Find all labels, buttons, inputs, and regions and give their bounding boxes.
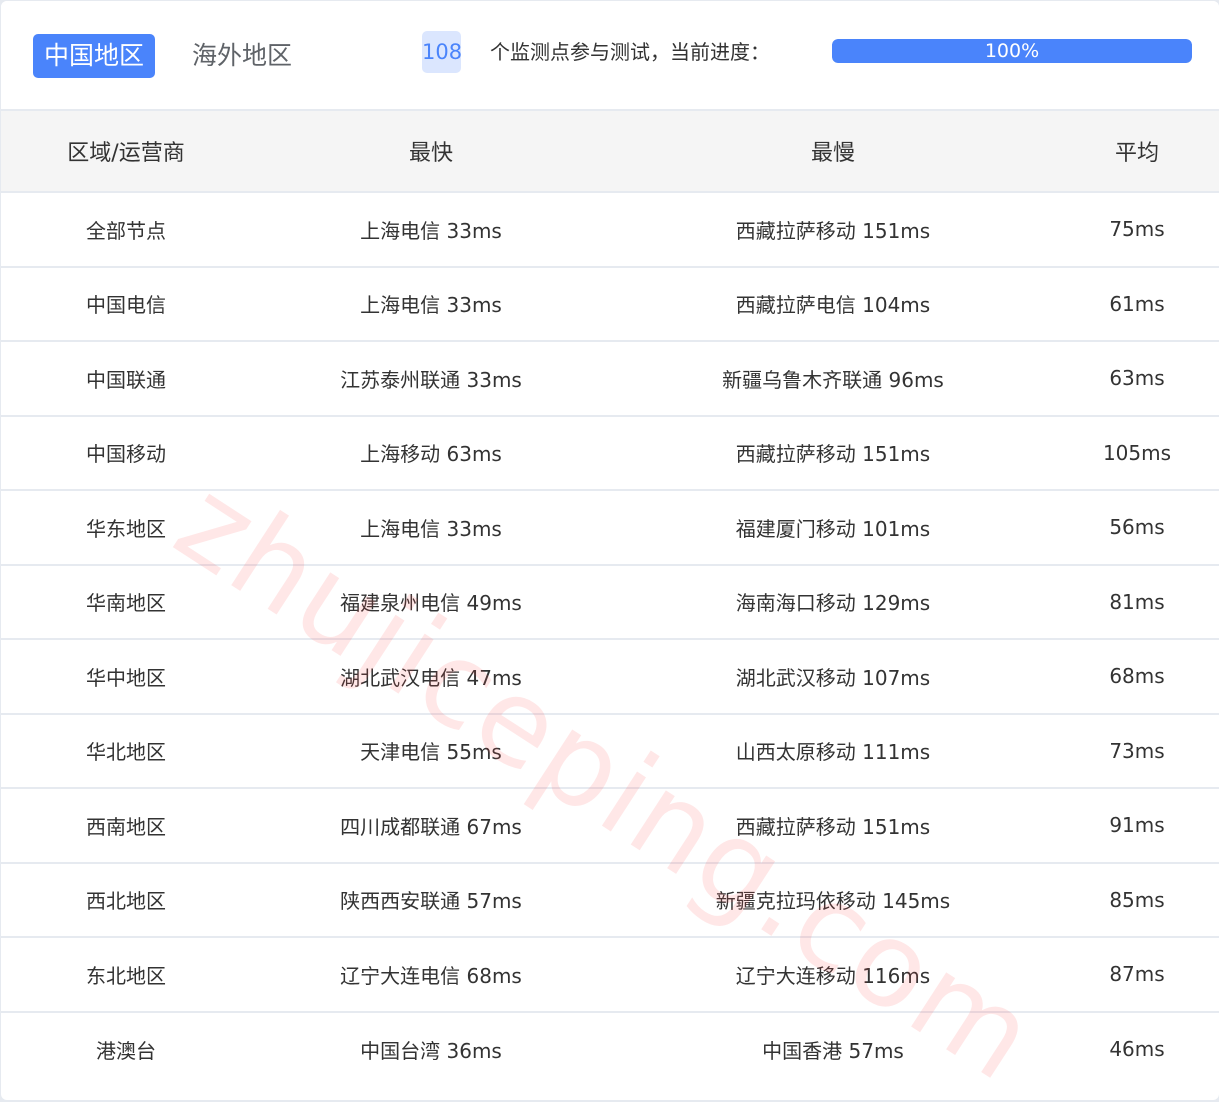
header-average: 平均 — [1055, 111, 1219, 193]
tab-overseas[interactable]: 海外地区 — [181, 34, 303, 78]
cell-average: 81ms — [1055, 564, 1219, 640]
table-row: 西北地区 陕西西安联通 57ms 新疆克拉玛依移动 145ms 85ms — [1, 862, 1219, 938]
cell-region: 中国移动 — [1, 415, 251, 491]
cell-average: 63ms — [1055, 341, 1219, 417]
table-row: 中国电信 上海电信 33ms 西藏拉萨电信 104ms 61ms — [1, 266, 1219, 342]
cell-region: 中国电信 — [1, 266, 251, 342]
table-row: 港澳台 中国台湾 36ms 中国香港 57ms 46ms — [1, 1012, 1219, 1087]
cell-slowest: 湖北武汉移动 107ms — [611, 639, 1055, 715]
cell-region: 港澳台 — [96, 1038, 156, 1063]
cell-slowest: 西藏拉萨电信 104ms — [611, 266, 1055, 342]
table-row: 华中地区 湖北武汉电信 47ms 湖北武汉移动 107ms 68ms — [1, 639, 1219, 715]
cell-slowest: 辽宁大连移动 116ms — [611, 937, 1055, 1013]
table-row: 全部节点 上海电信 33ms 西藏拉萨移动 151ms 75ms — [1, 192, 1219, 268]
speed-test-card: 中国地区 海外地区 108 个监测点参与测试，当前进度： 100% 区域/运营商… — [1, 1, 1219, 1100]
cell-average: 85ms — [1055, 862, 1219, 938]
cell-average: 46ms — [1109, 1037, 1165, 1062]
tab-china[interactable]: 中国地区 — [33, 34, 156, 78]
cell-average: 56ms — [1055, 490, 1219, 566]
table-row: 中国联通 江苏泰州联通 33ms 新疆乌鲁木齐联通 96ms 63ms — [1, 341, 1219, 417]
cell-slowest: 山西太原移动 111ms — [611, 713, 1055, 789]
header-fastest: 最快 — [251, 111, 611, 193]
progress-description: 个监测点参与测试，当前进度： — [490, 40, 770, 64]
cell-slowest: 西藏拉萨移动 151ms — [611, 788, 1055, 864]
cell-fastest: 四川成都联通 67ms — [251, 788, 611, 864]
cell-average: 105ms — [1055, 415, 1219, 491]
cell-slowest: 西藏拉萨移动 151ms — [611, 192, 1055, 268]
cell-region: 全部节点 — [1, 192, 251, 268]
table-row: 华南地区 福建泉州电信 49ms 海南海口移动 129ms 81ms — [1, 564, 1219, 640]
cell-region: 西南地区 — [1, 788, 251, 864]
cell-region: 中国联通 — [1, 341, 251, 417]
cell-fastest: 天津电信 55ms — [251, 713, 611, 789]
cell-region: 华中地区 — [1, 639, 251, 715]
cell-slowest: 海南海口移动 129ms — [611, 564, 1055, 640]
table-row: 西南地区 四川成都联通 67ms 西藏拉萨移动 151ms 91ms — [1, 788, 1219, 864]
cell-fastest: 福建泉州电信 49ms — [251, 564, 611, 640]
cell-slowest: 新疆乌鲁木齐联通 96ms — [611, 341, 1055, 417]
cell-slowest: 西藏拉萨移动 151ms — [611, 415, 1055, 491]
cell-fastest: 陕西西安联通 57ms — [251, 862, 611, 938]
cell-region: 东北地区 — [1, 937, 251, 1013]
cell-fastest: 辽宁大连电信 68ms — [251, 937, 611, 1013]
cell-fastest: 江苏泰州联通 33ms — [251, 341, 611, 417]
table-row: 东北地区 辽宁大连电信 68ms 辽宁大连移动 116ms 87ms — [1, 937, 1219, 1013]
progress-fill: 100% — [832, 39, 1192, 63]
table-row: 华北地区 天津电信 55ms 山西太原移动 111ms 73ms — [1, 713, 1219, 789]
cell-average: 75ms — [1055, 192, 1219, 268]
table-row: 中国移动 上海移动 63ms 西藏拉萨移动 151ms 105ms — [1, 415, 1219, 491]
cell-fastest: 上海移动 63ms — [251, 415, 611, 491]
progress-bar: 100% — [832, 39, 1192, 63]
table-header-row: 区域/运营商 最快 最慢 平均 — [1, 111, 1219, 193]
cell-fastest: 上海电信 33ms — [251, 490, 611, 566]
table-body: 全部节点 上海电信 33ms 西藏拉萨移动 151ms 75ms 中国电信 上海电信 33… — [1, 192, 1219, 1086]
cell-region: 西北地区 — [1, 862, 251, 938]
cell-region: 华南地区 — [1, 564, 251, 640]
monitor-count-badge: 108 — [422, 31, 462, 73]
cell-fastest: 中国台湾 36ms — [360, 1038, 502, 1063]
cell-region: 华东地区 — [1, 490, 251, 566]
cell-average: 61ms — [1055, 266, 1219, 342]
table-row: 华东地区 上海电信 33ms 福建厦门移动 101ms 56ms — [1, 490, 1219, 566]
header-region: 区域/运营商 — [1, 111, 251, 193]
cell-slowest: 中国香港 57ms — [762, 1038, 904, 1063]
results-table: 区域/运营商 最快 最慢 平均 全部节点 上海电信 33ms 西藏拉萨移动 151m… — [1, 111, 1219, 1086]
cell-region: 华北地区 — [1, 713, 251, 789]
cell-fastest: 上海电信 33ms — [251, 266, 611, 342]
cell-average: 91ms — [1055, 788, 1219, 864]
header-slowest: 最慢 — [611, 111, 1055, 193]
cell-slowest: 新疆克拉玛依移动 145ms — [611, 862, 1055, 938]
cell-fastest: 湖北武汉电信 47ms — [251, 639, 611, 715]
cell-average: 73ms — [1055, 713, 1219, 789]
cell-average: 68ms — [1055, 639, 1219, 715]
cell-slowest: 福建厦门移动 101ms — [611, 490, 1055, 566]
cell-average: 87ms — [1055, 937, 1219, 1013]
top-bar: 中国地区 海外地区 108 个监测点参与测试，当前进度： 100% — [1, 1, 1219, 111]
cell-fastest: 上海电信 33ms — [251, 192, 611, 268]
